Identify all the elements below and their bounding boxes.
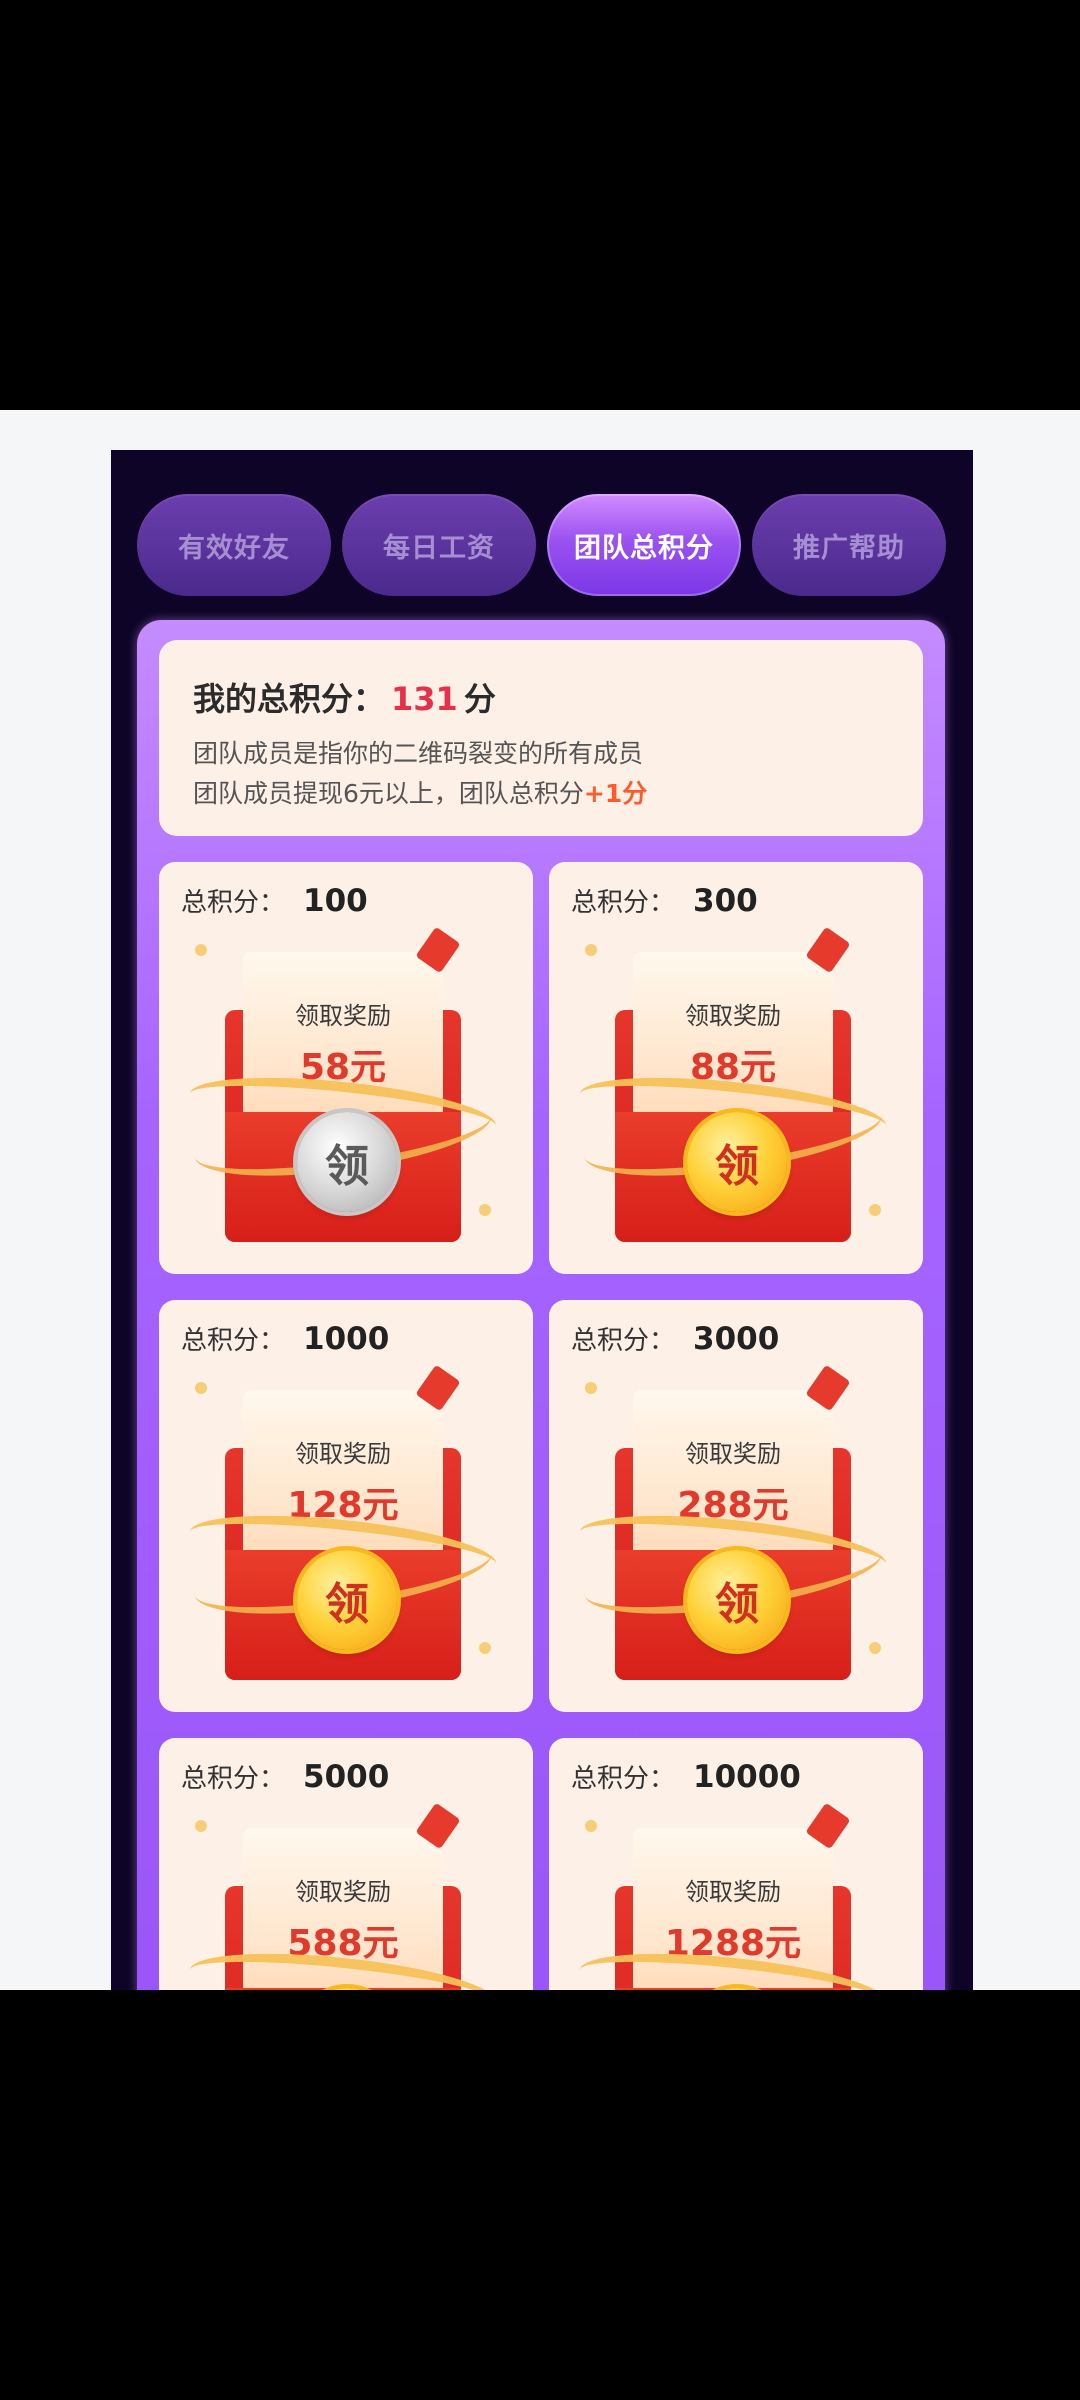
card-points-value: 1000 bbox=[303, 1321, 390, 1357]
red-envelope-icon: 领取奖励 58元 领 bbox=[186, 926, 500, 1258]
points-title-label: 我的总积分： bbox=[193, 680, 386, 718]
reward-label: 领取奖励 bbox=[685, 1002, 781, 1030]
card-header: 总积分： 100 bbox=[181, 882, 368, 919]
card-points-value: 10000 bbox=[693, 1759, 801, 1795]
card-points-value: 3000 bbox=[693, 1321, 780, 1357]
my-total-points: 我的总积分： 131 分 bbox=[193, 674, 496, 720]
summary-desc-2-text: 团队成员提现6元以上，团队总积分 bbox=[193, 779, 584, 808]
tab-daily-salary[interactable]: 每日工资 bbox=[342, 494, 536, 596]
points-unit: 分 bbox=[463, 680, 496, 718]
card-points-label: 总积分： bbox=[571, 1764, 676, 1794]
tab-bar: 有效好友 每日工资 团队总积分 推广帮助 bbox=[137, 494, 947, 596]
claim-button[interactable]: 领 bbox=[297, 1550, 397, 1650]
reward-card: 总积分： 1000 领取奖励 128元 领 bbox=[159, 1300, 533, 1712]
claim-button-disabled[interactable]: 领 bbox=[297, 1112, 397, 1212]
red-envelope-icon: 领取奖励 1288元 领 bbox=[576, 1802, 890, 1990]
points-summary: 我的总积分： 131 分 团队成员是指你的二维码裂变的所有成员 团队成员提现6元以上… bbox=[159, 640, 923, 836]
tab-team-points[interactable]: 团队总积分 bbox=[547, 494, 741, 596]
red-envelope-icon: 领取奖励 128元 领 bbox=[186, 1364, 500, 1696]
reward-label: 领取奖励 bbox=[685, 1440, 781, 1468]
points-increment: +1分 bbox=[583, 779, 648, 808]
card-points-value: 5000 bbox=[303, 1759, 390, 1795]
claim-button[interactable]: 领 bbox=[687, 1550, 787, 1650]
tab-valid-friends[interactable]: 有效好友 bbox=[137, 494, 331, 596]
card-points-label: 总积分： bbox=[571, 888, 676, 918]
reward-label: 领取奖励 bbox=[295, 1440, 391, 1468]
card-header: 总积分： 10000 bbox=[571, 1758, 801, 1795]
reward-card: 总积分： 3000 领取奖励 288元 领 bbox=[549, 1300, 923, 1712]
card-header: 总积分： 300 bbox=[571, 882, 758, 919]
red-envelope-icon: 领取奖励 588元 领 bbox=[186, 1802, 500, 1990]
card-header: 总积分： 1000 bbox=[181, 1320, 389, 1357]
claim-button[interactable]: 领 bbox=[687, 1112, 787, 1212]
card-points-value: 100 bbox=[303, 883, 368, 919]
card-points-label: 总积分： bbox=[571, 1326, 676, 1356]
summary-desc-1: 团队成员是指你的二维码裂变的所有成员 bbox=[193, 739, 644, 768]
reward-card: 总积分： 10000 领取奖励 1288元 领 bbox=[549, 1738, 923, 1990]
reward-label: 领取奖励 bbox=[295, 1002, 391, 1030]
card-header: 总积分： 3000 bbox=[571, 1320, 779, 1357]
reward-card: 总积分： 300 领取奖励 88元 领 bbox=[549, 862, 923, 1274]
red-envelope-icon: 领取奖励 288元 领 bbox=[576, 1364, 890, 1696]
card-header: 总积分： 5000 bbox=[181, 1758, 389, 1795]
reward-label: 领取奖励 bbox=[685, 1878, 781, 1906]
reward-card: 总积分： 100 领取奖励 58元 领 bbox=[159, 862, 533, 1274]
card-points-label: 总积分： bbox=[181, 1764, 286, 1794]
content-area: 我的总积分： 131 分 团队成员是指你的二维码裂变的所有成员 团队成员提现6元以上… bbox=[137, 620, 945, 1990]
tab-promotion-help[interactable]: 推广帮助 bbox=[752, 494, 946, 596]
reward-label: 领取奖励 bbox=[295, 1878, 391, 1906]
points-value: 131 bbox=[391, 680, 458, 718]
reward-card: 总积分： 5000 领取奖励 588元 领 bbox=[159, 1738, 533, 1990]
card-points-label: 总积分： bbox=[181, 888, 286, 918]
card-points-label: 总积分： bbox=[181, 1326, 286, 1356]
card-points-value: 300 bbox=[693, 883, 758, 919]
summary-desc-2: 团队成员提现6元以上，团队总积分+1分 bbox=[193, 774, 647, 810]
team-points-panel: 有效好友 每日工资 团队总积分 推广帮助 我的总积分： 131 分 团队成员是指你的… bbox=[111, 450, 973, 1990]
red-envelope-icon: 领取奖励 88元 领 bbox=[576, 926, 890, 1258]
